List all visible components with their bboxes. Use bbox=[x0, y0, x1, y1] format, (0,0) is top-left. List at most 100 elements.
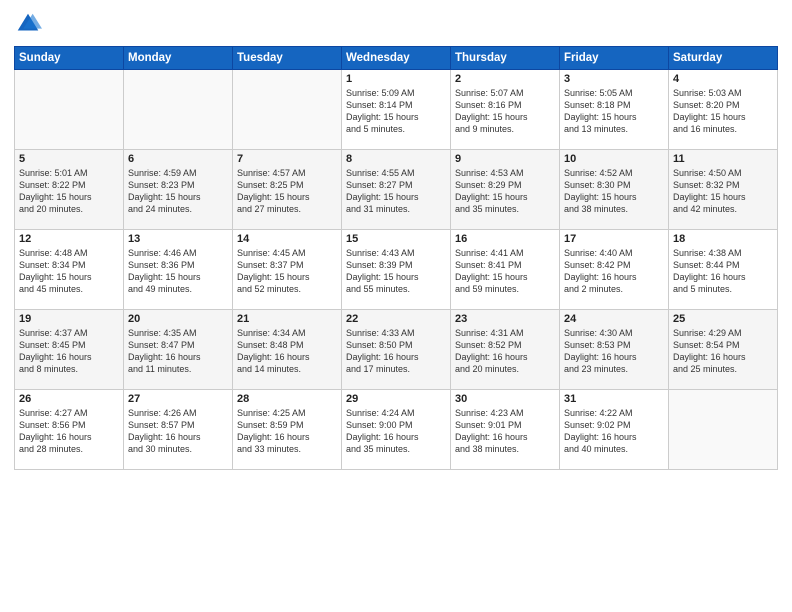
day-number: 10 bbox=[564, 153, 664, 165]
calendar-week-5: 26 Sunrise: 4:27 AM Sunset: 8:56 PM Dayli… bbox=[15, 390, 778, 470]
day-header-monday: Monday bbox=[124, 47, 233, 70]
calendar-cell: 29 Sunrise: 4:24 AM Sunset: 9:00 PM Dayli… bbox=[342, 390, 451, 470]
calendar-week-1: 1 Sunrise: 5:09 AM Sunset: 8:14 PM Daylig… bbox=[15, 70, 778, 150]
calendar-cell: 22 Sunrise: 4:33 AM Sunset: 8:50 PM Dayli… bbox=[342, 310, 451, 390]
day-header-thursday: Thursday bbox=[451, 47, 560, 70]
calendar-cell bbox=[124, 70, 233, 150]
calendar-cell: 9Sunrise: 4:53 AM Sunset: 8:29 PM Daylig… bbox=[451, 150, 560, 230]
calendar-cell: 4 Sunrise: 5:03 AM Sunset: 8:20 PM Daylig… bbox=[669, 70, 778, 150]
day-number: 19 bbox=[19, 313, 119, 325]
day-info: Sunrise: 4:30 AM Sunset: 8:53 PM Dayligh… bbox=[564, 327, 664, 376]
day-info: Sunrise: 4:45 AM Sunset: 8:37 PM Dayligh… bbox=[237, 247, 337, 296]
day-number: 22 bbox=[346, 313, 446, 325]
day-header-wednesday: Wednesday bbox=[342, 47, 451, 70]
day-header-sunday: Sunday bbox=[15, 47, 124, 70]
day-number: 2 bbox=[455, 73, 555, 85]
day-info: Sunrise: 5:07 AM Sunset: 8:16 PM Dayligh… bbox=[455, 87, 555, 136]
calendar-cell: 1 Sunrise: 5:09 AM Sunset: 8:14 PM Daylig… bbox=[342, 70, 451, 150]
day-info: Sunrise: 4:50 AM Sunset: 8:32 PM Dayligh… bbox=[673, 167, 773, 216]
calendar-cell bbox=[233, 70, 342, 150]
calendar-cell: 18 Sunrise: 4:38 AM Sunset: 8:44 PM Dayli… bbox=[669, 230, 778, 310]
calendar-cell: 8Sunrise: 4:55 AM Sunset: 8:27 PM Daylig… bbox=[342, 150, 451, 230]
calendar-week-2: 5 Sunrise: 5:01 AM Sunset: 8:22 PM Daylig… bbox=[15, 150, 778, 230]
day-info: Sunrise: 5:03 AM Sunset: 8:20 PM Dayligh… bbox=[673, 87, 773, 136]
day-header-tuesday: Tuesday bbox=[233, 47, 342, 70]
day-number: 25 bbox=[673, 313, 773, 325]
day-number: 30 bbox=[455, 393, 555, 405]
calendar-cell: 2 Sunrise: 5:07 AM Sunset: 8:16 PM Daylig… bbox=[451, 70, 560, 150]
day-number: 26 bbox=[19, 393, 119, 405]
calendar-cell: 11Sunrise: 4:50 AM Sunset: 8:32 PM Dayli… bbox=[669, 150, 778, 230]
calendar-cell: 20Sunrise: 4:35 AM Sunset: 8:47 PM Dayli… bbox=[124, 310, 233, 390]
day-number: 12 bbox=[19, 233, 119, 245]
day-info: Sunrise: 4:29 AM Sunset: 8:54 PM Dayligh… bbox=[673, 327, 773, 376]
calendar-cell bbox=[669, 390, 778, 470]
day-info: Sunrise: 4:27 AM Sunset: 8:56 PM Dayligh… bbox=[19, 407, 119, 456]
calendar-cell: 6 Sunrise: 4:59 AM Sunset: 8:23 PM Daylig… bbox=[124, 150, 233, 230]
calendar-cell: 28Sunrise: 4:25 AM Sunset: 8:59 PM Dayli… bbox=[233, 390, 342, 470]
calendar-cell: 23 Sunrise: 4:31 AM Sunset: 8:52 PM Dayli… bbox=[451, 310, 560, 390]
day-number: 31 bbox=[564, 393, 664, 405]
day-number: 1 bbox=[346, 73, 446, 85]
calendar-cell: 15 Sunrise: 4:43 AM Sunset: 8:39 PM Dayli… bbox=[342, 230, 451, 310]
calendar-cell: 30 Sunrise: 4:23 AM Sunset: 9:01 PM Dayli… bbox=[451, 390, 560, 470]
day-info: Sunrise: 4:25 AM Sunset: 8:59 PM Dayligh… bbox=[237, 407, 337, 456]
calendar-cell: 24 Sunrise: 4:30 AM Sunset: 8:53 PM Dayli… bbox=[560, 310, 669, 390]
day-number: 4 bbox=[673, 73, 773, 85]
day-number: 16 bbox=[455, 233, 555, 245]
day-number: 27 bbox=[128, 393, 228, 405]
calendar-cell: 12 Sunrise: 4:48 AM Sunset: 8:34 PM Dayli… bbox=[15, 230, 124, 310]
day-number: 17 bbox=[564, 233, 664, 245]
day-number: 14 bbox=[237, 233, 337, 245]
day-info: Sunrise: 4:40 AM Sunset: 8:42 PM Dayligh… bbox=[564, 247, 664, 296]
calendar-cell: 19Sunrise: 4:37 AM Sunset: 8:45 PM Dayli… bbox=[15, 310, 124, 390]
day-number: 20 bbox=[128, 313, 228, 325]
day-info: Sunrise: 4:46 AM Sunset: 8:36 PM Dayligh… bbox=[128, 247, 228, 296]
day-info: Sunrise: 4:41 AM Sunset: 8:41 PM Dayligh… bbox=[455, 247, 555, 296]
day-number: 18 bbox=[673, 233, 773, 245]
calendar-cell: 16 Sunrise: 4:41 AM Sunset: 8:41 PM Dayli… bbox=[451, 230, 560, 310]
day-info: Sunrise: 4:34 AM Sunset: 8:48 PM Dayligh… bbox=[237, 327, 337, 376]
day-info: Sunrise: 4:38 AM Sunset: 8:44 PM Dayligh… bbox=[673, 247, 773, 296]
calendar-cell: 7Sunrise: 4:57 AM Sunset: 8:25 PM Daylig… bbox=[233, 150, 342, 230]
calendar-cell: 17 Sunrise: 4:40 AM Sunset: 8:42 PM Dayli… bbox=[560, 230, 669, 310]
calendar-cell: 5 Sunrise: 5:01 AM Sunset: 8:22 PM Daylig… bbox=[15, 150, 124, 230]
calendar-cell: 10 Sunrise: 4:52 AM Sunset: 8:30 PM Dayli… bbox=[560, 150, 669, 230]
page-header bbox=[14, 10, 778, 38]
day-number: 5 bbox=[19, 153, 119, 165]
day-number: 29 bbox=[346, 393, 446, 405]
day-number: 6 bbox=[128, 153, 228, 165]
day-info: Sunrise: 5:09 AM Sunset: 8:14 PM Dayligh… bbox=[346, 87, 446, 136]
day-info: Sunrise: 4:23 AM Sunset: 9:01 PM Dayligh… bbox=[455, 407, 555, 456]
day-header-friday: Friday bbox=[560, 47, 669, 70]
day-header-saturday: Saturday bbox=[669, 47, 778, 70]
day-number: 3 bbox=[564, 73, 664, 85]
logo-icon bbox=[14, 10, 42, 38]
calendar-cell: 13Sunrise: 4:46 AM Sunset: 8:36 PM Dayli… bbox=[124, 230, 233, 310]
day-info: Sunrise: 4:48 AM Sunset: 8:34 PM Dayligh… bbox=[19, 247, 119, 296]
calendar-table: SundayMondayTuesdayWednesdayThursdayFrid… bbox=[14, 46, 778, 470]
day-info: Sunrise: 4:55 AM Sunset: 8:27 PM Dayligh… bbox=[346, 167, 446, 216]
day-number: 24 bbox=[564, 313, 664, 325]
day-info: Sunrise: 4:31 AM Sunset: 8:52 PM Dayligh… bbox=[455, 327, 555, 376]
day-info: Sunrise: 4:22 AM Sunset: 9:02 PM Dayligh… bbox=[564, 407, 664, 456]
calendar-cell: 21Sunrise: 4:34 AM Sunset: 8:48 PM Dayli… bbox=[233, 310, 342, 390]
calendar-cell: 3Sunrise: 5:05 AM Sunset: 8:18 PM Daylig… bbox=[560, 70, 669, 150]
calendar-cell bbox=[15, 70, 124, 150]
day-info: Sunrise: 4:33 AM Sunset: 8:50 PM Dayligh… bbox=[346, 327, 446, 376]
logo bbox=[14, 10, 46, 38]
day-info: Sunrise: 5:01 AM Sunset: 8:22 PM Dayligh… bbox=[19, 167, 119, 216]
calendar-cell: 25 Sunrise: 4:29 AM Sunset: 8:54 PM Dayli… bbox=[669, 310, 778, 390]
day-number: 23 bbox=[455, 313, 555, 325]
day-info: Sunrise: 4:43 AM Sunset: 8:39 PM Dayligh… bbox=[346, 247, 446, 296]
calendar-cell: 26 Sunrise: 4:27 AM Sunset: 8:56 PM Dayli… bbox=[15, 390, 124, 470]
day-info: Sunrise: 4:59 AM Sunset: 8:23 PM Dayligh… bbox=[128, 167, 228, 216]
calendar-cell: 14 Sunrise: 4:45 AM Sunset: 8:37 PM Dayli… bbox=[233, 230, 342, 310]
calendar-cell: 31 Sunrise: 4:22 AM Sunset: 9:02 PM Dayli… bbox=[560, 390, 669, 470]
day-info: Sunrise: 4:24 AM Sunset: 9:00 PM Dayligh… bbox=[346, 407, 446, 456]
day-number: 15 bbox=[346, 233, 446, 245]
calendar-week-4: 19Sunrise: 4:37 AM Sunset: 8:45 PM Dayli… bbox=[15, 310, 778, 390]
calendar-header-row: SundayMondayTuesdayWednesdayThursdayFrid… bbox=[15, 47, 778, 70]
calendar-cell: 27Sunrise: 4:26 AM Sunset: 8:57 PM Dayli… bbox=[124, 390, 233, 470]
day-info: Sunrise: 4:52 AM Sunset: 8:30 PM Dayligh… bbox=[564, 167, 664, 216]
